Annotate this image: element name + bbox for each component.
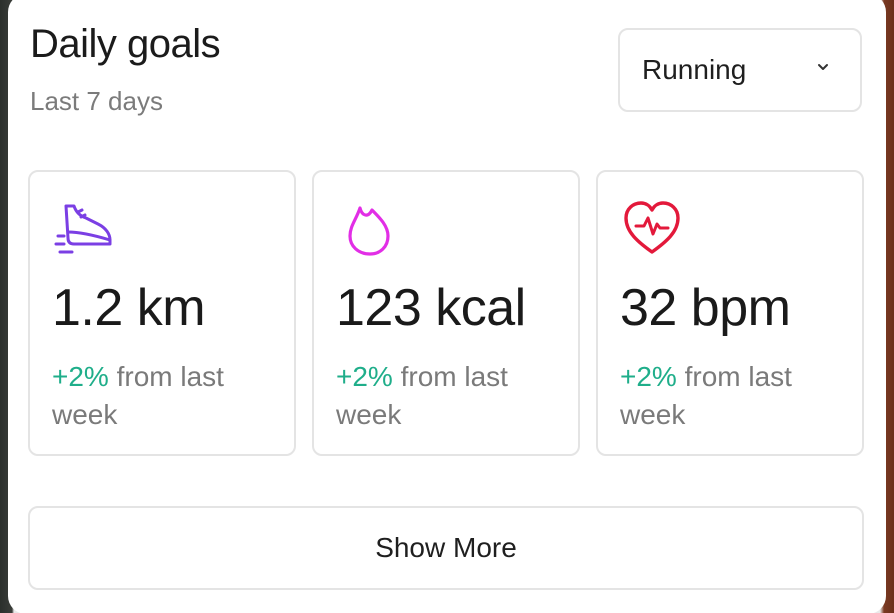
- card-subtitle: Last 7 days: [30, 86, 163, 116]
- flame-icon: [348, 206, 390, 256]
- card-title: Daily goals: [30, 22, 221, 66]
- activity-select-value: Running: [642, 54, 747, 85]
- stat-value: 1.2 km: [52, 279, 206, 337]
- stat-change-percent: +2%: [620, 361, 677, 392]
- stat-change-percent: +2%: [52, 361, 109, 392]
- stat-card-calories: 123 kcal +2% from last week: [312, 170, 580, 456]
- stat-change-percent: +2%: [336, 361, 393, 392]
- show-more-button[interactable]: Show More: [28, 506, 864, 590]
- shoe-icon: [54, 204, 112, 254]
- stat-value: 123 kcal: [336, 279, 526, 337]
- stat-card-heart-rate: 32 bpm +2% from last week: [596, 170, 864, 456]
- activity-select[interactable]: Running: [618, 28, 862, 112]
- stat-change: +2% from last week: [620, 358, 850, 434]
- stat-value: 32 bpm: [620, 279, 791, 337]
- chevron-down-icon: [818, 64, 828, 70]
- stat-change: +2% from last week: [336, 358, 566, 434]
- daily-goals-card: Daily goals Last 7 days Running 1.2 km +…: [8, 0, 886, 613]
- stat-change: +2% from last week: [52, 358, 282, 434]
- stat-card-distance: 1.2 km +2% from last week: [28, 170, 296, 456]
- heart-pulse-icon: [624, 201, 680, 254]
